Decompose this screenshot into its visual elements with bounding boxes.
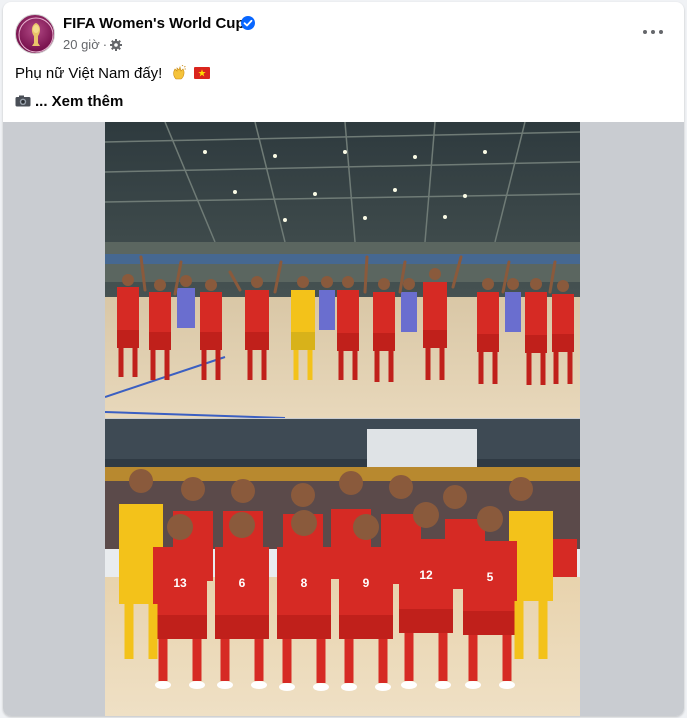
page-name-link[interactable]: FIFA Women's World Cup	[63, 15, 245, 32]
svg-text:13: 13	[173, 576, 187, 590]
post-header: FIFA Women's World Cup 20 giờ ·	[3, 2, 684, 62]
avatar[interactable]	[15, 14, 55, 54]
post-meta: 20 giờ ·	[63, 37, 110, 52]
see-more-row: ... Xem thêm	[15, 92, 123, 112]
timestamp-link[interactable]: 20 giờ	[63, 37, 100, 52]
vietnam-flag-emoji	[193, 67, 210, 79]
svg-text:9: 9	[363, 576, 370, 590]
verified-badge-icon	[241, 16, 255, 30]
team-photo-posed[interactable]: 13 6 8 9 12 5	[105, 419, 580, 716]
meta-separator: ·	[102, 37, 108, 52]
svg-text:8: 8	[301, 576, 308, 590]
gear-icon[interactable]	[110, 38, 122, 51]
clapping-hands-emoji	[171, 64, 187, 81]
more-options-icon[interactable]	[635, 14, 671, 50]
svg-text:5: 5	[487, 570, 494, 584]
trophy-logo	[18, 17, 54, 53]
post-text: Phụ nữ Việt Nam đấy!	[15, 64, 210, 84]
camera-emoji	[15, 93, 31, 107]
post-card: FIFA Women's World Cup 20 giờ · Phụ nữ Vi…	[3, 2, 684, 716]
post-text-content: Phụ nữ Việt Nam đấy!	[15, 65, 163, 82]
see-more-link[interactable]: ... Xem thêm	[35, 93, 123, 110]
svg-text:12: 12	[419, 568, 433, 582]
svg-text:6: 6	[239, 576, 246, 590]
post-media: 13 6 8 9 12 5	[3, 122, 684, 716]
team-photo-celebrating[interactable]	[105, 122, 580, 418]
